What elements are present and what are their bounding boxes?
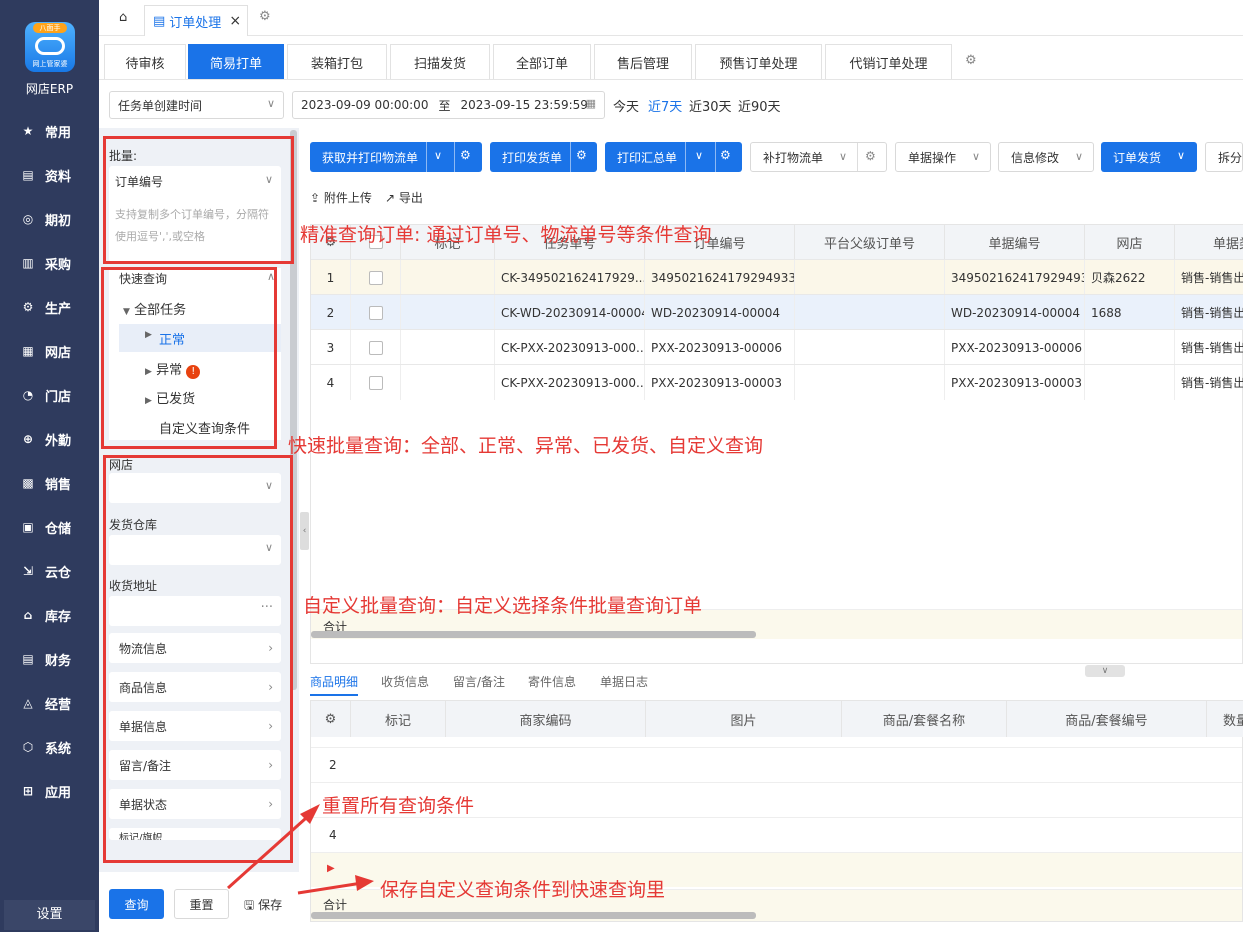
annotation-arrows [226, 804, 374, 895]
